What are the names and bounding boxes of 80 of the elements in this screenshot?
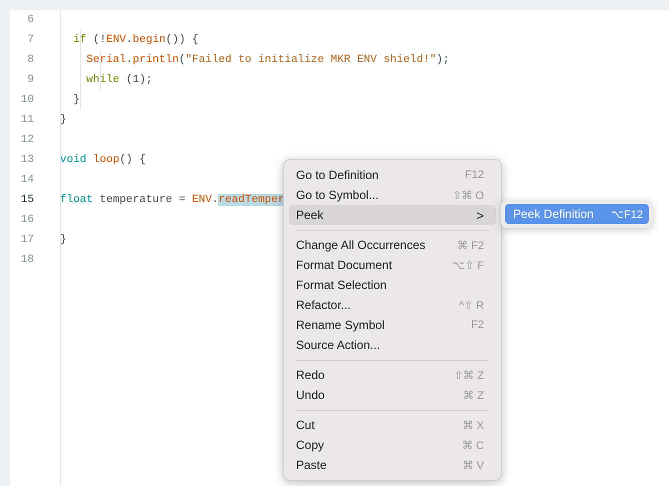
line-number: 11: [20, 114, 34, 126]
code-token: if: [72, 34, 86, 46]
menu-item[interactable]: Redo ⇧⌘ Z: [289, 365, 496, 385]
code-token: }: [60, 234, 67, 246]
line-number: 10: [20, 94, 34, 106]
code-token: }: [72, 94, 80, 106]
menu-label: Format Document: [296, 258, 392, 272]
menu-label: Change All Occurrences: [296, 238, 426, 252]
line-number: 17: [20, 234, 34, 246]
menu-label: Rename Symbol: [296, 318, 385, 332]
menu-label: Copy: [296, 438, 324, 452]
shortcut-text: F12: [465, 169, 484, 181]
line-number: 9: [26, 74, 34, 86]
menu-label: Source Action...: [296, 338, 380, 352]
shortcut-text: ^⇧ R: [458, 298, 484, 312]
shortcut-text: ⌘ C: [462, 438, 484, 452]
line-number: 16: [20, 214, 34, 226]
menu-item[interactable]: Format Selection: [289, 275, 496, 295]
menu-label: Cut: [296, 418, 315, 432]
menu-item[interactable]: Copy ⌘ C: [289, 435, 496, 455]
menu-item[interactable]: Paste ⌘ V: [289, 455, 496, 475]
menu-item[interactable]: Refactor... ^⇧ R: [289, 295, 496, 315]
menu-label: Peek Definition: [513, 207, 594, 221]
code-token: );: [436, 54, 450, 66]
menu-item[interactable]: Go to Symbol... ⇧⌘ O: [289, 185, 496, 205]
line-number: 6: [26, 14, 34, 26]
chevron-icon: >: [476, 208, 484, 222]
code-token: ENV: [192, 194, 212, 206]
code-token: "Failed to initialize MKR ENV shield!": [185, 54, 436, 66]
code-token: }: [60, 114, 67, 126]
menu-item[interactable]: Rename Symbol F2: [289, 315, 496, 335]
shortcut-text: ⇧⌘ O: [452, 188, 484, 202]
menu-item[interactable]: Source Action...: [289, 335, 496, 355]
menu-label: Peek: [296, 208, 324, 222]
menu-item[interactable]: Go to Definition F12: [289, 165, 496, 185]
menu-label: Go to Symbol...: [296, 188, 379, 202]
line-number: 18: [20, 254, 34, 266]
code-token: ENV: [106, 34, 126, 46]
menu-label: Go to Definition: [296, 168, 379, 182]
code-token: ()) {: [166, 34, 199, 46]
line-number: 8: [26, 54, 34, 66]
line-number: 13: [20, 154, 34, 166]
shortcut-text: ⌘ X: [462, 418, 484, 432]
shortcut-text: ⌥⇧ F: [452, 258, 484, 272]
menu-label: Redo: [296, 368, 325, 382]
shortcut-text: ⌘ F2: [457, 238, 484, 252]
shortcut-text: ⇧⌘ Z: [454, 368, 484, 382]
code-token: () {: [119, 154, 146, 166]
code-token: begin: [132, 34, 166, 46]
code-token: void: [60, 154, 88, 166]
code-token: .: [126, 54, 133, 66]
shortcut-text: ⌘ Z: [463, 388, 484, 402]
menu-item[interactable]: Cut ⌘ X: [289, 415, 496, 435]
selected-text: readTemper: [218, 194, 284, 206]
menu-label: Refactor...: [296, 298, 351, 312]
code-token: Serial: [85, 54, 126, 66]
line-number: 12: [20, 134, 34, 146]
code-token: loop: [93, 154, 120, 166]
code-token: .: [212, 194, 218, 206]
menu-item[interactable]: Format Document ⌥⇧ F: [289, 255, 496, 275]
code-token: (: [178, 54, 186, 66]
menu-item[interactable]: Undo ⌘ Z: [289, 385, 496, 405]
code-token: .: [126, 34, 133, 46]
menu-label: Paste: [296, 458, 327, 472]
shortcut-text: F2: [471, 319, 484, 331]
code-token: float: [60, 194, 94, 206]
menu-label: Format Selection: [296, 278, 387, 292]
menu-label: Undo: [296, 388, 325, 402]
code-token: println: [132, 54, 179, 66]
code-token: while: [85, 74, 120, 86]
line-number: 15: [20, 194, 34, 206]
code-token: temperature =: [98, 194, 186, 206]
menu-item[interactable]: Peek >: [289, 205, 496, 225]
shortcut-text: ⌥F12: [611, 208, 643, 220]
code-token: (1);: [125, 74, 152, 86]
shortcut-text: ⌘ V: [462, 458, 484, 472]
code-token: (!: [92, 34, 106, 46]
line-number: 7: [26, 34, 34, 46]
line-number: 14: [20, 174, 34, 186]
menu-item[interactable]: Change All Occurrences ⌘ F2: [289, 235, 496, 255]
